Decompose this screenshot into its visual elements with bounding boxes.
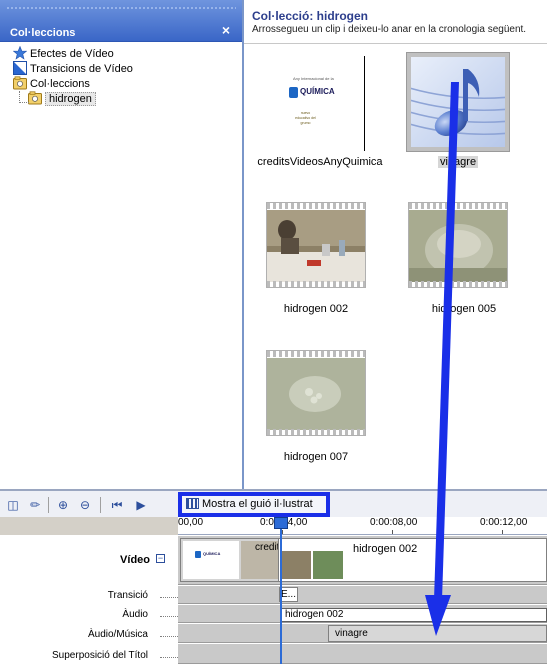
- collection-folder-icon: [28, 91, 42, 105]
- transition-track[interactable]: E...: [178, 585, 547, 604]
- timeline-music-clip[interactable]: vinagre: [328, 625, 547, 642]
- close-icon[interactable]: ×: [222, 23, 230, 37]
- music-note-icon: [405, 57, 512, 147]
- track-label-transition: Transició: [107, 590, 148, 601]
- ruler-tick: [392, 530, 393, 534]
- clip-thumbnail: [266, 350, 366, 436]
- ruler-tick: [502, 530, 503, 534]
- zoom-out-icon[interactable]: ⊖: [76, 497, 94, 513]
- title-overlay-track[interactable]: [178, 643, 547, 664]
- track-labels: Vídeo − Transició Àudio Àudio/Música Sup…: [0, 535, 178, 664]
- timeline-clip-label: hidrogen 002: [353, 543, 418, 555]
- timeline-clip-hidrogen-002[interactable]: hidrogen 002: [278, 538, 547, 582]
- collection-hint: Arrossegueu un clip i deixeu-lo anar en …: [252, 24, 527, 35]
- audio-music-track[interactable]: vinagre: [178, 623, 547, 643]
- zoom-in-icon[interactable]: ⊕: [54, 497, 72, 513]
- timeline-ruler[interactable]: 00,00 0:00:04,00 0:00:08,00 0:00:12,00: [178, 517, 547, 535]
- tree-item-video-transitions[interactable]: Transicions de Vídeo: [0, 61, 242, 76]
- toolbar-separator: [48, 497, 49, 513]
- timeline-clip-label: vinagre: [335, 628, 368, 639]
- timeline-clip-thumb: [313, 551, 343, 579]
- tree-item-label: Transicions de Vídeo: [30, 63, 133, 75]
- play-icon[interactable]: ▶: [132, 497, 150, 513]
- tree-item-label: hidrogen: [45, 92, 96, 106]
- clip-caption: hidrogen 002: [283, 303, 349, 315]
- clip-caption: creditsVideosAnyQuimica: [257, 156, 383, 168]
- tree-connector: [19, 102, 29, 103]
- timeline-audio-clip[interactable]: hidrogen 002: [280, 608, 547, 622]
- track-connector: [160, 657, 178, 658]
- clip-hidrogen-007[interactable]: hidrogen 007: [244, 348, 394, 473]
- collection-contents-pane: Col·lecció: hidrogen Arrossegueu un clip…: [244, 0, 547, 489]
- clip-thumbnail: [266, 202, 366, 288]
- logo-small-text: nuevo educativo del grumo: [295, 111, 316, 125]
- ruler-tick: [282, 530, 283, 534]
- logo-divider: [364, 56, 365, 151]
- clip-caption: hidrogen 007: [283, 451, 349, 463]
- timeline-clip-label: hidrogen 002: [285, 609, 344, 620]
- timeline-tracks: QUÍMICA creditsVi... hidrogen 002 E... h…: [178, 535, 547, 664]
- track-label-video: Vídeo: [120, 554, 150, 566]
- logo-iyc-top: Any Internacional de la: [293, 76, 334, 81]
- collection-title: Col·lecció: hidrogen: [252, 9, 369, 23]
- header-grip: [6, 6, 236, 10]
- video-frame: [409, 210, 507, 282]
- show-storyboard-button[interactable]: Mostra el guió il·lustrat: [178, 492, 330, 517]
- ruler-tick-label: 00,00: [178, 517, 204, 528]
- track-connector: [160, 597, 178, 598]
- clip-hidrogen-002[interactable]: hidrogen 002: [244, 200, 394, 325]
- clip-thumbnail: [405, 52, 512, 152]
- tree-item-video-effects[interactable]: Efectes de Vídeo: [0, 46, 242, 61]
- toolbar-separator: [100, 497, 101, 513]
- contents-header: Col·lecció: hidrogen Arrossegueu un clip…: [244, 0, 547, 44]
- track-label-audio-music: Àudio/Música: [87, 629, 148, 640]
- track-connector: [160, 616, 178, 617]
- video-track[interactable]: QUÍMICA creditsVi... hidrogen 002: [178, 535, 547, 585]
- logo-iyc-text: QUÍMICA: [203, 551, 221, 556]
- clip-credits[interactable]: Any Internacional de la QUÍMICA nuevo ed…: [244, 50, 394, 180]
- transition-icon: [13, 61, 27, 75]
- tree-item-hidrogen[interactable]: hidrogen: [0, 91, 242, 106]
- collections-tree: Efectes de Vídeo Transicions de Vídeo Co…: [0, 42, 242, 106]
- clip-caption: vinagre: [438, 156, 479, 168]
- tree-item-collections[interactable]: Col·leccions: [0, 76, 242, 91]
- video-frame: [267, 210, 365, 282]
- timeline-clip-thumb: [281, 551, 311, 579]
- timeline-clip-credits[interactable]: QUÍMICA creditsVi...: [180, 538, 280, 582]
- playhead-handle[interactable]: [274, 517, 288, 529]
- video-frame: [267, 358, 365, 430]
- collections-pane: Col·leccions × Efectes de Vídeo Transici…: [0, 0, 244, 489]
- logo-iyc-mark: [195, 551, 201, 558]
- clip-hidrogen-005[interactable]: hidrogen 005: [394, 200, 547, 325]
- audio-track[interactable]: hidrogen 002: [178, 604, 547, 623]
- track-label-title-overlay: Superposició del Títol: [52, 650, 148, 661]
- logo-iyc-text: QUÍMICA: [300, 87, 335, 96]
- tree-item-label: Col·leccions: [30, 78, 90, 90]
- logo-iyc-mark: [289, 87, 298, 98]
- collections-title: Col·leccions: [10, 27, 76, 39]
- ruler-tick-label: 0:00:12,00: [480, 517, 528, 528]
- track-connector: [160, 636, 178, 637]
- timeline-clip-label: creditsVi...: [255, 542, 280, 553]
- ruler-tick-label: 0:00:08,00: [370, 517, 418, 528]
- timeline-clip-thumb: QUÍMICA: [183, 541, 239, 579]
- timeline-level-icon[interactable]: ◫: [4, 497, 22, 513]
- storyboard-label: Mostra el guió il·lustrat: [202, 498, 313, 510]
- narrate-mic-icon[interactable]: ✏: [26, 497, 44, 513]
- track-label-audio: Àudio: [122, 609, 148, 620]
- collections-folder-icon: [13, 76, 27, 90]
- storyboard-film-icon: [186, 498, 199, 509]
- clip-vinagre[interactable]: vinagre: [394, 50, 547, 180]
- clip-thumbnail: [408, 202, 508, 288]
- playhead[interactable]: [280, 517, 282, 664]
- timeline-toolbar: ◫ ✏ ⊕ ⊖ ⏮ ▶ Mostra el guió il·lustrat: [0, 489, 547, 517]
- star-effects-icon: [13, 46, 27, 60]
- collapse-icon[interactable]: −: [156, 554, 165, 563]
- rewind-icon[interactable]: ⏮: [108, 497, 126, 513]
- tree-item-label: Efectes de Vídeo: [30, 48, 114, 60]
- collections-header: Col·leccions ×: [0, 0, 242, 42]
- clip-thumbnail: Any Internacional de la QUÍMICA nuevo ed…: [276, 56, 366, 151]
- clip-caption: hidrogen 005: [431, 303, 497, 315]
